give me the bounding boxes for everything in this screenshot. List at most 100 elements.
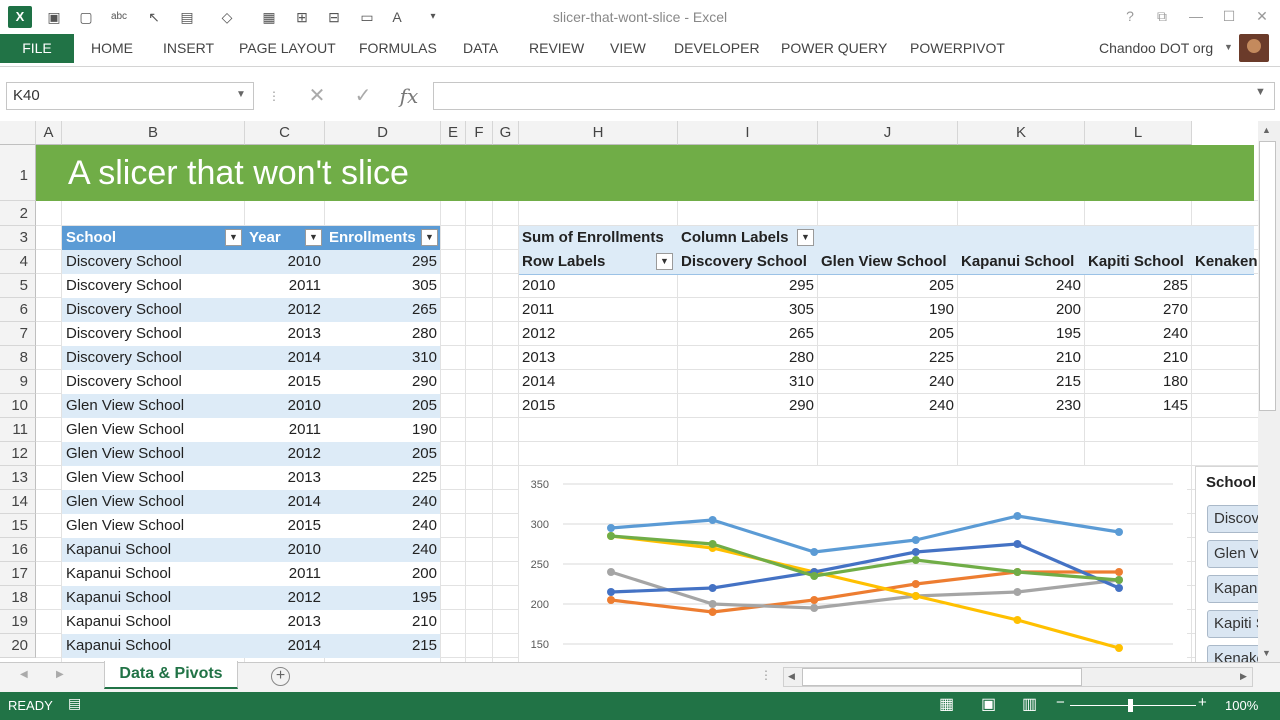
series-point[interactable] <box>1115 576 1123 584</box>
scroll-up-icon[interactable]: ▲ <box>1262 125 1271 135</box>
zoom-slider-track[interactable] <box>1070 705 1196 706</box>
table-cell-enrollments[interactable]: 195 <box>325 586 437 610</box>
table-cell-enrollments[interactable]: 200 <box>325 562 437 586</box>
table-cell-year[interactable]: 2012 <box>245 298 321 322</box>
filter-dropdown-button[interactable]: ▼ <box>305 229 322 246</box>
pivot-value-cell[interactable]: 305 <box>678 298 814 322</box>
table-cell-enrollments[interactable]: 295 <box>325 250 437 274</box>
series-point[interactable] <box>911 592 920 600</box>
pivot-value-cell[interactable]: 240 <box>818 370 954 394</box>
row-labels-filter-button[interactable]: ▼ <box>656 253 673 270</box>
series-point[interactable] <box>708 600 717 608</box>
table-cell-school[interactable]: Glen View School <box>66 514 241 538</box>
table-cell-school[interactable]: Kapanui School <box>66 634 241 658</box>
tab-home[interactable]: HOME <box>91 34 133 63</box>
pivot-value-cell[interactable]: 205 <box>818 322 954 346</box>
row-header[interactable]: 2 <box>0 201 36 226</box>
slicer-item[interactable]: Glen View School <box>1207 540 1258 568</box>
column-header[interactable]: H <box>519 121 678 145</box>
pivot-value-cell[interactable]: 265 <box>678 322 814 346</box>
pivot-value-cell[interactable]: 310 <box>678 370 814 394</box>
table-cell-year[interactable]: 2011 <box>245 562 321 586</box>
name-box[interactable]: K40 <box>6 82 254 110</box>
pivot-value-cell[interactable]: 240 <box>818 394 954 418</box>
tab-insert[interactable]: INSERT <box>163 34 214 63</box>
table-cell-year[interactable]: 2014 <box>245 346 321 370</box>
filter-dropdown-button[interactable]: ▼ <box>225 229 242 246</box>
tab-power-query[interactable]: POWER QUERY <box>781 34 887 63</box>
table-cell-year[interactable]: 2010 <box>245 394 321 418</box>
column-header[interactable]: I <box>678 121 818 145</box>
series-point[interactable] <box>911 580 920 588</box>
sheet-tab-data-pivots[interactable]: Data & Pivots <box>104 661 238 689</box>
tab-formulas[interactable]: FORMULAS <box>359 34 437 63</box>
row-header[interactable]: 14 <box>0 490 36 514</box>
series-point[interactable] <box>911 536 920 544</box>
name-box-dropdown-icon[interactable]: ▼ <box>236 86 250 104</box>
row-header[interactable]: 1 <box>0 145 36 201</box>
pivot-row-labels[interactable]: Row Labels <box>522 250 605 274</box>
zoom-out-icon[interactable]: − <box>1056 694 1065 711</box>
row-header[interactable]: 17 <box>0 562 36 586</box>
table-cell-enrollments[interactable]: 240 <box>325 538 437 562</box>
pivot-value-cell[interactable]: 280 <box>678 346 814 370</box>
pivot-column-header[interactable]: Kapanui School <box>961 250 1074 274</box>
table-cell-year[interactable]: 2011 <box>245 274 321 298</box>
pivot-value-cell[interactable]: 290 <box>678 394 814 418</box>
series-point[interactable] <box>607 596 615 604</box>
pivot-value-cell[interactable]: 180 <box>1085 370 1188 394</box>
insert-function-icon[interactable]: fx <box>396 84 422 108</box>
pivot-value-cell[interactable]: 205 <box>818 274 954 298</box>
row-header[interactable]: 5 <box>0 274 36 298</box>
pivot-value-cell[interactable]: 240 <box>958 274 1081 298</box>
school-slicer[interactable]: School Discovery School Glen View School Ka… <box>1195 466 1258 662</box>
table-cell-school[interactable]: Glen View School <box>66 394 241 418</box>
normal-view-icon[interactable]: ▦ <box>939 694 954 714</box>
series-point[interactable] <box>708 516 717 524</box>
row-header[interactable]: 3 <box>0 226 36 250</box>
pivot-column-header[interactable]: Discovery School <box>681 250 807 274</box>
scroll-left-icon[interactable]: ◀ <box>788 671 795 682</box>
row-header[interactable]: 11 <box>0 418 36 442</box>
table-cell-enrollments[interactable]: 280 <box>325 322 437 346</box>
table-cell-school[interactable]: Glen View School <box>66 418 241 442</box>
select-all-corner[interactable] <box>0 121 36 145</box>
table-cell-enrollments[interactable]: 190 <box>325 418 437 442</box>
expand-formula-bar-icon[interactable]: ▼ <box>1255 86 1266 98</box>
tab-powerpivot[interactable]: POWERPIVOT <box>910 34 1005 63</box>
pivot-column-header[interactable]: Kenakena <box>1195 250 1258 274</box>
column-header[interactable]: G <box>493 121 519 145</box>
table-cell-year[interactable]: 2013 <box>245 610 321 634</box>
column-labels-filter-button[interactable]: ▼ <box>797 229 814 246</box>
column-header[interactable]: B <box>62 121 245 145</box>
table-cell-enrollments[interactable]: 210 <box>325 610 437 634</box>
zoom-level[interactable]: 100% <box>1225 698 1258 713</box>
series-point[interactable] <box>911 548 920 556</box>
enter-icon[interactable]: ✓ <box>350 84 376 108</box>
pivot-value-cell[interactable]: 190 <box>818 298 954 322</box>
scroll-right-icon[interactable]: ▶ <box>1240 671 1247 682</box>
table-cell-year[interactable]: 2011 <box>245 418 321 442</box>
table-cell-year[interactable]: 2013 <box>245 466 321 490</box>
series-point[interactable] <box>1115 584 1123 592</box>
filter-dropdown-button[interactable]: ▼ <box>421 229 438 246</box>
table-cell-school[interactable]: Discovery School <box>66 322 241 346</box>
row-header[interactable]: 20 <box>0 634 36 658</box>
cancel-icon[interactable]: ✕ <box>304 84 330 108</box>
table-cell-year[interactable]: 2012 <box>245 442 321 466</box>
row-header[interactable]: 18 <box>0 586 36 610</box>
page-break-view-icon[interactable]: ▥ <box>1022 694 1037 714</box>
series-point[interactable] <box>1013 568 1022 576</box>
pivot-value-cell[interactable]: 200 <box>958 298 1081 322</box>
page-layout-view-icon[interactable]: ▣ <box>981 694 996 714</box>
table-cell-year[interactable]: 2015 <box>245 514 321 538</box>
tab-page-layout[interactable]: PAGE LAYOUT <box>239 34 336 63</box>
add-sheet-icon[interactable]: + <box>271 667 290 686</box>
pivot-column-header[interactable]: Glen View School <box>821 250 947 274</box>
account-dropdown-icon[interactable]: ▼ <box>1224 42 1233 52</box>
column-header[interactable]: C <box>245 121 325 145</box>
series-point[interactable] <box>708 608 717 616</box>
pivot-row-label[interactable]: 2014 <box>522 370 555 394</box>
macro-recording-icon[interactable]: ▤ <box>68 695 81 712</box>
pivot-column-header[interactable]: Kapiti School <box>1088 250 1184 274</box>
